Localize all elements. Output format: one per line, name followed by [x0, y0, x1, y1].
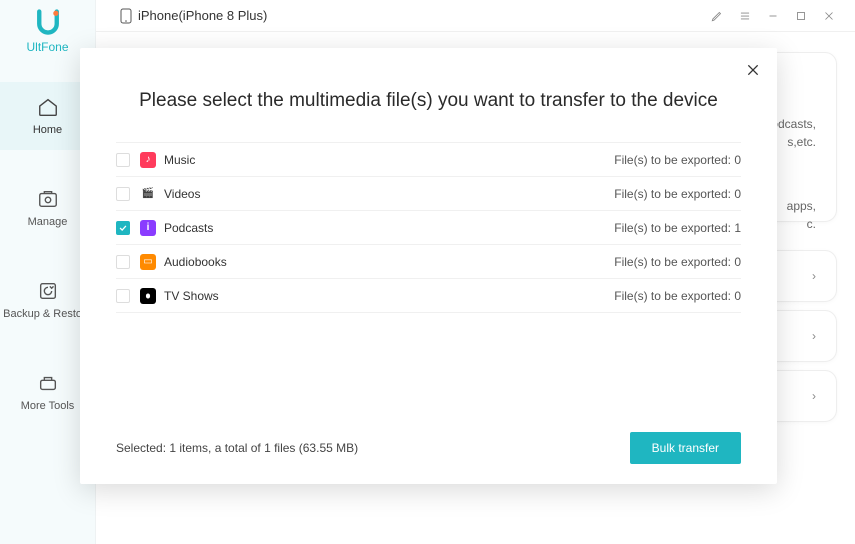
- category-row-tvshows[interactable]: TV Shows File(s) to be exported: 0: [116, 279, 741, 313]
- selection-summary: Selected: 1 items, a total of 1 files (6…: [116, 441, 358, 455]
- checkbox-podcasts[interactable]: [116, 221, 130, 235]
- category-list: ♪ Music File(s) to be exported: 0 🎬 Vide…: [116, 142, 741, 313]
- music-icon: ♪: [140, 152, 156, 168]
- modal-footer: Selected: 1 items, a total of 1 files (6…: [116, 432, 741, 464]
- checkbox-tvshows[interactable]: [116, 289, 130, 303]
- row-count: File(s) to be exported: 0: [614, 153, 741, 167]
- audiobooks-icon: ▭: [140, 254, 156, 270]
- close-modal-button[interactable]: [741, 58, 765, 82]
- transfer-modal: Please select the multimedia file(s) you…: [80, 48, 777, 484]
- checkbox-audiobooks[interactable]: [116, 255, 130, 269]
- bulk-transfer-button[interactable]: Bulk transfer: [630, 432, 741, 464]
- row-label: Videos: [164, 187, 614, 201]
- row-count: File(s) to be exported: 0: [614, 289, 741, 303]
- category-row-music[interactable]: ♪ Music File(s) to be exported: 0: [116, 143, 741, 177]
- row-label: Podcasts: [164, 221, 614, 235]
- modal-title: Please select the multimedia file(s) you…: [116, 90, 741, 112]
- row-label: Music: [164, 153, 614, 167]
- row-count: File(s) to be exported: 0: [614, 255, 741, 269]
- apple-icon: [143, 291, 153, 301]
- category-row-podcasts[interactable]: i Podcasts File(s) to be exported: 1: [116, 211, 741, 245]
- category-row-videos[interactable]: 🎬 Videos File(s) to be exported: 0: [116, 177, 741, 211]
- podcasts-icon: i: [140, 220, 156, 236]
- videos-icon: 🎬: [140, 186, 156, 202]
- row-count: File(s) to be exported: 0: [614, 187, 741, 201]
- close-icon: [745, 62, 761, 78]
- row-label: TV Shows: [164, 289, 614, 303]
- tvshows-icon: [140, 288, 156, 304]
- row-count: File(s) to be exported: 1: [614, 221, 741, 235]
- category-row-audiobooks[interactable]: ▭ Audiobooks File(s) to be exported: 0: [116, 245, 741, 279]
- row-label: Audiobooks: [164, 255, 614, 269]
- checkbox-videos[interactable]: [116, 187, 130, 201]
- check-icon: [118, 223, 128, 233]
- checkbox-music[interactable]: [116, 153, 130, 167]
